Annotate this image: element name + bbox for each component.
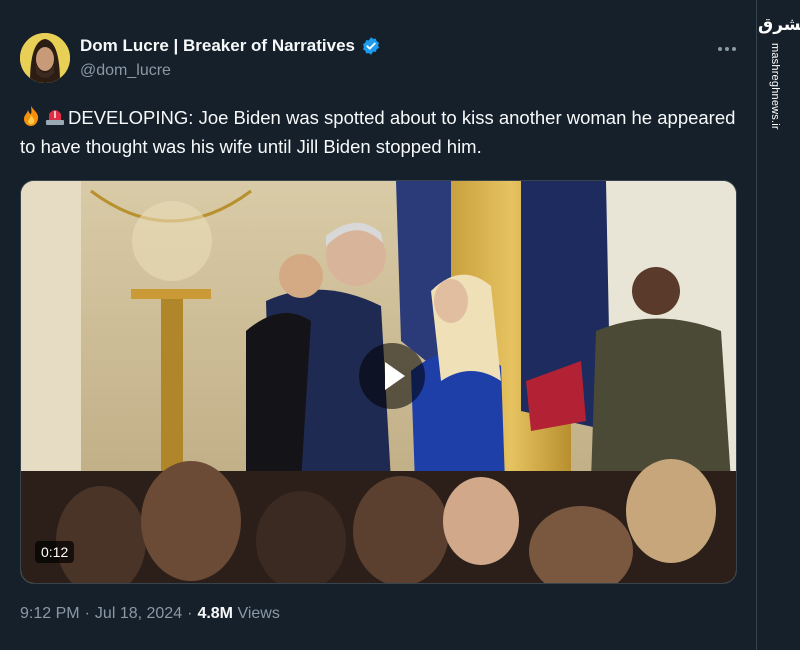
- meta-separator: ·: [187, 605, 193, 622]
- views-stat[interactable]: 4.8M Views: [197, 605, 279, 623]
- author-name-row: Dom Lucre | Breaker of Narratives: [80, 36, 381, 56]
- watermark-logo: مشرق: [758, 15, 800, 35]
- more-options-icon[interactable]: [716, 38, 746, 58]
- watermark-url: mashreghnews.ir: [769, 43, 781, 130]
- watermark: مشرق mashreghnews.ir: [758, 15, 800, 130]
- views-label: Views: [237, 605, 280, 622]
- tweet-meta: 9:12 PM · Jul 18, 2024 · 4.8M Views: [20, 605, 280, 623]
- video-duration: 0:12: [35, 541, 75, 563]
- display-name[interactable]: Dom Lucre | Breaker of Narratives: [80, 36, 355, 56]
- author-handle[interactable]: @dom_lucre: [80, 62, 171, 80]
- verified-badge-icon: [361, 36, 381, 56]
- views-count: 4.8M: [197, 605, 234, 622]
- avatar[interactable]: [20, 33, 70, 83]
- video-player[interactable]: 0:12: [20, 180, 737, 584]
- play-button[interactable]: [359, 343, 425, 409]
- meta-separator: ·: [84, 605, 90, 622]
- column-divider: [756, 0, 757, 650]
- tweet-date[interactable]: Jul 18, 2024: [95, 605, 182, 623]
- siren-emoji-icon: [44, 105, 66, 127]
- fire-emoji-icon: [20, 105, 42, 127]
- tweet: Dom Lucre | Breaker of Narratives @dom_l…: [0, 0, 755, 650]
- tweet-time[interactable]: 9:12 PM: [20, 605, 80, 623]
- tweet-body: DEVELOPING: Joe Biden was spotted about …: [20, 107, 736, 157]
- tweet-text: DEVELOPING: Joe Biden was spotted about …: [20, 103, 745, 161]
